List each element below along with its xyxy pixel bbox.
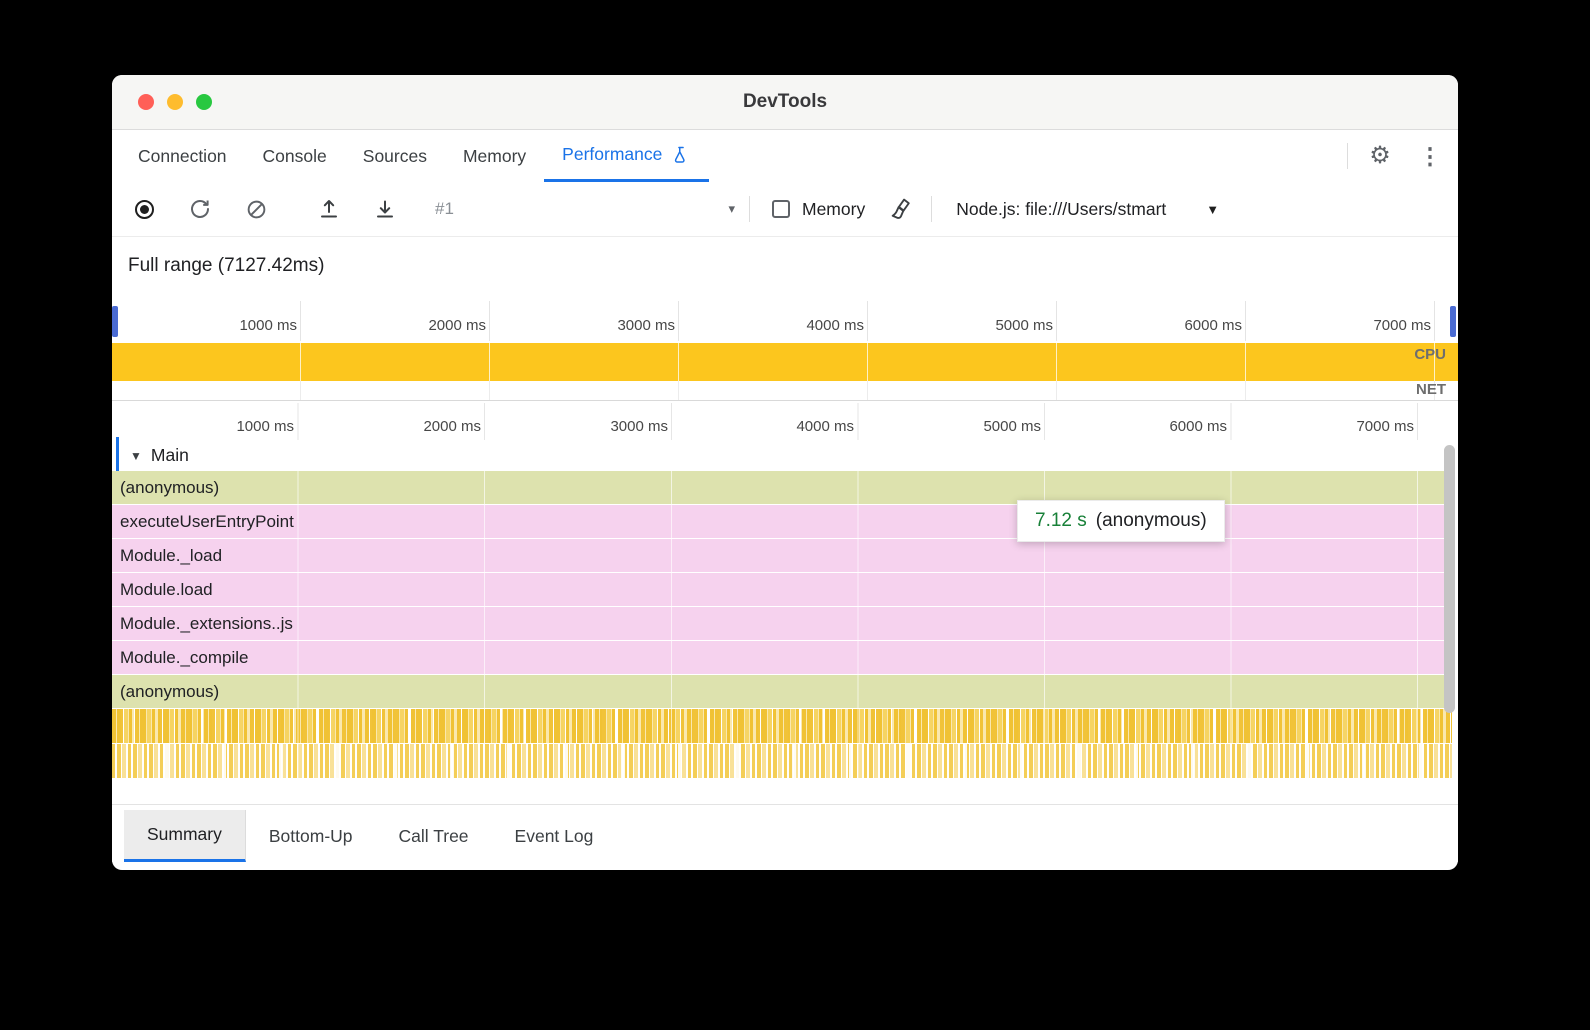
overview-ruler[interactable]: 1000 ms 2000 ms 3000 ms 4000 ms 5000 ms …	[112, 301, 1458, 341]
traffic-lights	[138, 75, 212, 129]
tooltip-frame-name: (anonymous)	[1096, 510, 1207, 532]
ruler-tick: 1000 ms	[202, 418, 294, 435]
minimize-window-button[interactable]	[167, 94, 183, 110]
vertical-scrollbar[interactable]	[1443, 443, 1456, 799]
tabbar-divider	[1347, 143, 1348, 169]
flame-chart: 1000 ms 2000 ms 3000 ms 4000 ms 5000 ms …	[112, 403, 1458, 805]
main-track-header[interactable]: ▼ Main	[130, 440, 189, 471]
ruler-tick: 4000 ms	[772, 317, 864, 334]
flask-icon	[671, 145, 691, 165]
cpu-overview-strip[interactable]: CPU	[112, 343, 1458, 381]
performance-toolbar: #1 ▾ Memory Node.js: file:///Users/stmar…	[112, 182, 1458, 237]
devtools-tabbar: Connection Console Sources Memory Perfor…	[112, 130, 1458, 182]
reload-and-record-icon[interactable]	[186, 195, 214, 223]
timeline-overview: Full range (7127.42ms) 1000 ms 2000 ms 3…	[112, 237, 1458, 403]
flame-frame[interactable]: Module._load	[112, 539, 1452, 572]
window-titlebar: DevTools	[112, 75, 1458, 130]
flame-frame[interactable]: Module._extensions..js	[112, 607, 1452, 640]
record-button[interactable]	[130, 195, 158, 223]
toolbar-divider	[931, 196, 932, 222]
more-options-icon[interactable]: ⋮	[1412, 138, 1448, 174]
main-track-label: Main	[151, 445, 189, 466]
cpu-label: CPU	[1414, 346, 1446, 363]
ruler-tick: 7000 ms	[1339, 317, 1431, 334]
garbage-collect-brush-icon[interactable]	[887, 195, 915, 223]
full-range-label: Full range (7127.42ms)	[128, 255, 324, 277]
tab-console[interactable]: Console	[245, 130, 345, 182]
load-profile-icon[interactable]	[315, 195, 343, 223]
flame-frame[interactable]: executeUserEntryPoint	[112, 505, 1452, 538]
memory-checkbox-label[interactable]: Memory	[802, 199, 865, 220]
tab-performance[interactable]: Performance	[544, 130, 709, 182]
ruler-tick: 6000 ms	[1135, 418, 1227, 435]
close-window-button[interactable]	[138, 94, 154, 110]
tab-summary[interactable]: Summary	[124, 810, 246, 862]
range-handle-left[interactable]	[112, 306, 118, 337]
settings-gear-icon[interactable]: ⚙	[1362, 138, 1398, 174]
flame-frame[interactable]: Module._compile	[112, 641, 1452, 674]
scrollbar-thumb[interactable]	[1444, 445, 1455, 713]
ruler-tick: 3000 ms	[583, 317, 675, 334]
flame-ruler[interactable]: 1000 ms 2000 ms 3000 ms 4000 ms 5000 ms …	[112, 403, 1458, 440]
toolbar-divider	[749, 196, 750, 222]
tab-memory[interactable]: Memory	[445, 130, 544, 182]
tooltip-duration: 7.12 s	[1035, 510, 1087, 532]
net-overview-strip[interactable]: NET	[112, 381, 1458, 401]
detail-tabbar: Summary Bottom-Up Call Tree Event Log	[112, 810, 1458, 862]
memory-checkbox[interactable]	[772, 200, 790, 218]
flame-micro-frames-row[interactable]	[112, 709, 1452, 743]
clear-recordings-icon[interactable]	[242, 195, 270, 223]
range-handle-right[interactable]	[1450, 306, 1456, 337]
chevron-down-icon: ▾	[728, 201, 735, 217]
ruler-tick: 5000 ms	[961, 317, 1053, 334]
tab-sources[interactable]: Sources	[345, 130, 445, 182]
window-title: DevTools	[743, 91, 827, 113]
flame-micro-frames-row[interactable]	[112, 744, 1452, 778]
devtools-window: DevTools Connection Console Sources Memo…	[112, 75, 1458, 870]
flame-frame[interactable]: (anonymous)	[112, 471, 1452, 504]
main-track-selection-bar	[116, 437, 119, 472]
ruler-tick: 7000 ms	[1322, 418, 1414, 435]
triangle-down-icon: ▼	[1206, 202, 1219, 217]
collapse-triangle-icon[interactable]: ▼	[130, 449, 142, 463]
tab-event-log[interactable]: Event Log	[492, 810, 617, 862]
ruler-tick: 6000 ms	[1150, 317, 1242, 334]
ruler-tick: 5000 ms	[949, 418, 1041, 435]
target-select[interactable]: Node.js: file:///Users/stmart ▼	[956, 199, 1219, 220]
ruler-tick: 2000 ms	[389, 418, 481, 435]
target-value: Node.js: file:///Users/stmart	[956, 199, 1166, 220]
ruler-tick: 1000 ms	[205, 317, 297, 334]
zoom-window-button[interactable]	[196, 94, 212, 110]
recording-session-select[interactable]: #1 ▾	[435, 199, 735, 219]
flame-frame[interactable]: Module.load	[112, 573, 1452, 606]
tab-bottom-up[interactable]: Bottom-Up	[246, 810, 376, 862]
net-label: NET	[1416, 381, 1446, 398]
frame-tooltip: 7.12 s (anonymous)	[1017, 500, 1225, 542]
save-profile-icon[interactable]	[371, 195, 399, 223]
flame-frame[interactable]: (anonymous)	[112, 675, 1452, 708]
ruler-tick: 2000 ms	[394, 317, 486, 334]
tab-call-tree[interactable]: Call Tree	[376, 810, 492, 862]
tab-connection[interactable]: Connection	[120, 130, 245, 182]
ruler-tick: 3000 ms	[576, 418, 668, 435]
ruler-tick: 4000 ms	[762, 418, 854, 435]
flame-rows: (anonymous) executeUserEntryPoint Module…	[112, 471, 1452, 779]
session-value: #1	[435, 199, 454, 219]
